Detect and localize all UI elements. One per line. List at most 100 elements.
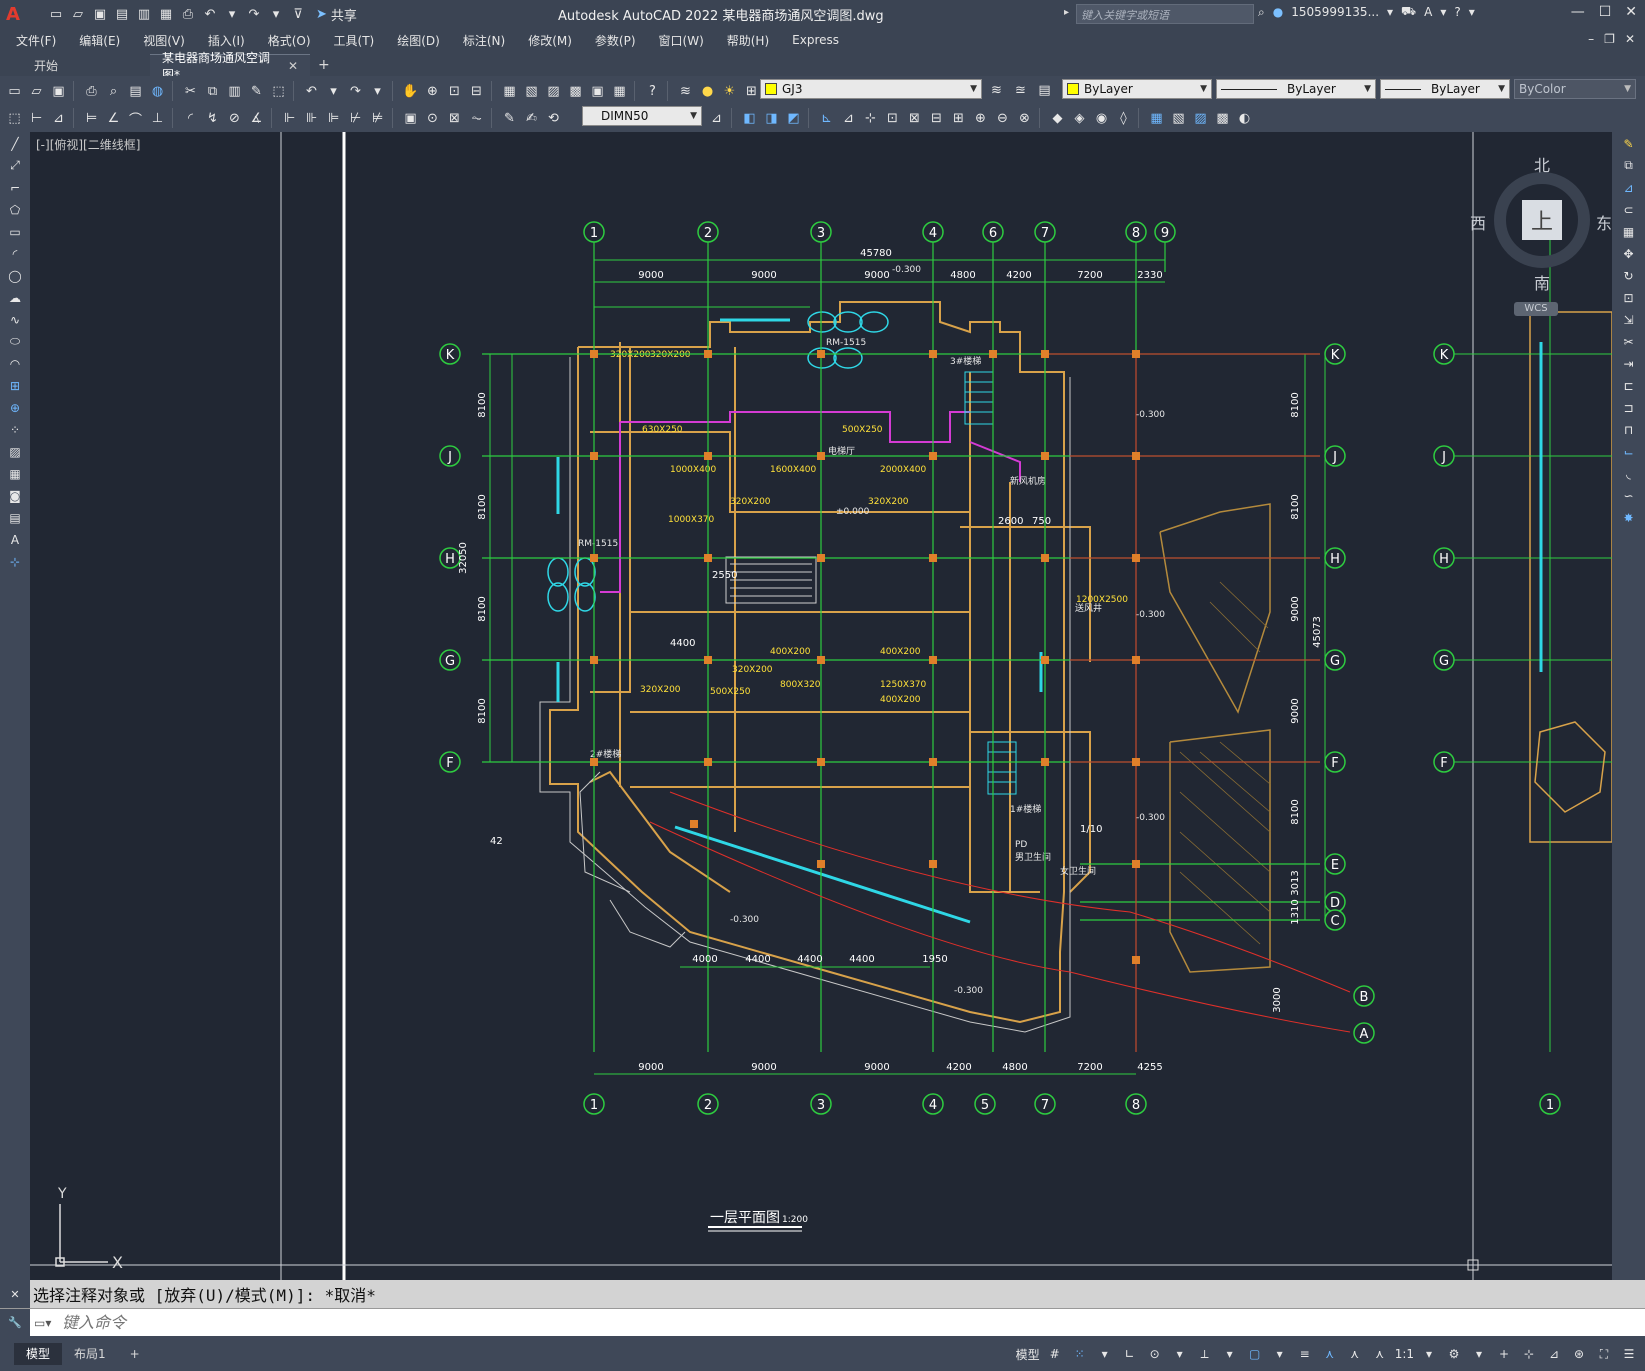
doc-minimize-icon[interactable]: – bbox=[1588, 32, 1594, 46]
ucs-x-icon[interactable]: ⊕ bbox=[970, 108, 991, 129]
dim-space-icon[interactable]: ⊬ bbox=[345, 108, 366, 129]
publish-icon[interactable]: ▤ bbox=[125, 81, 146, 102]
cart-icon[interactable]: ⛟ bbox=[1401, 4, 1416, 20]
quick-dim-icon[interactable]: ⊩ bbox=[279, 108, 300, 129]
paste-icon[interactable]: ▥ bbox=[224, 81, 245, 102]
walk-icon[interactable]: ▨ bbox=[1190, 108, 1211, 129]
snap-icon[interactable]: ⁙ bbox=[1070, 1344, 1090, 1364]
compass-east[interactable]: 东 bbox=[1596, 210, 1612, 234]
menu-draw[interactable]: 绘图(D) bbox=[397, 32, 440, 49]
fillet-icon[interactable]: ◟ bbox=[1618, 463, 1640, 484]
isodraft-dropdown-icon[interactable]: ▾ bbox=[1220, 1344, 1240, 1364]
camera-icon[interactable]: ▧ bbox=[1168, 108, 1189, 129]
layer-thaw-icon[interactable]: ☀ bbox=[719, 81, 740, 102]
redo-dropdown-icon[interactable]: ▾ bbox=[266, 4, 286, 24]
ucs-y-icon[interactable]: ⊖ bbox=[992, 108, 1013, 129]
orbit-icon[interactable]: ◐ bbox=[1234, 108, 1255, 129]
workspace-dropdown-icon[interactable]: ▾ bbox=[1469, 1344, 1489, 1364]
new-file-icon[interactable]: ▭ bbox=[46, 4, 66, 24]
compass-north[interactable]: 北 bbox=[1534, 152, 1550, 176]
blend-icon[interactable]: ∽ bbox=[1618, 485, 1640, 506]
command-close-icon[interactable]: ✕ bbox=[0, 1280, 30, 1308]
polygon-icon[interactable]: ⬠ bbox=[4, 199, 26, 220]
view-front-icon[interactable]: ◨ bbox=[761, 108, 782, 129]
mtext-icon[interactable]: A bbox=[4, 529, 26, 550]
new-tab-button[interactable]: + bbox=[310, 54, 338, 76]
command-customize-icon[interactable]: 🔧 bbox=[0, 1308, 30, 1337]
redo-list-icon[interactable]: ▾ bbox=[367, 81, 388, 102]
gradient-icon[interactable]: ▦ bbox=[4, 463, 26, 484]
dim-radius-icon[interactable]: ◜ bbox=[180, 108, 201, 129]
polyline-icon[interactable]: ⌐ bbox=[4, 177, 26, 198]
help-icon[interactable]: ? bbox=[642, 81, 663, 102]
undo-dropdown-icon[interactable]: ▾ bbox=[222, 4, 242, 24]
ucs-icon[interactable]: ⊾ bbox=[816, 108, 837, 129]
undo-icon[interactable]: ↶ bbox=[200, 4, 220, 24]
inspect-icon[interactable]: ⊠ bbox=[444, 108, 465, 129]
jogged-linear-icon[interactable]: ⏦ bbox=[466, 108, 487, 129]
drawing-canvas[interactable]: [-][俯视][二维线框] 320X200 320X200 630X250 50… bbox=[30, 132, 1612, 1280]
redo-icon[interactable]: ↷ bbox=[244, 4, 264, 24]
polar-dropdown-icon[interactable]: ▾ bbox=[1170, 1344, 1190, 1364]
move-icon[interactable]: ✥ bbox=[1618, 243, 1640, 264]
ucs-z-icon[interactable]: ⊗ bbox=[1014, 108, 1035, 129]
units-icon[interactable]: ⊹ bbox=[1519, 1344, 1539, 1364]
redo-icon[interactable]: ↷ bbox=[345, 81, 366, 102]
circle-icon[interactable]: ◯ bbox=[4, 265, 26, 286]
layer-on-icon[interactable]: ● bbox=[697, 81, 718, 102]
maximize-icon[interactable]: ☐ bbox=[1599, 4, 1612, 20]
scale-dropdown-icon[interactable]: ▾ bbox=[1419, 1344, 1439, 1364]
customize-toolbar-icon[interactable]: ⊽ bbox=[288, 4, 308, 24]
rotate-icon[interactable]: ↻ bbox=[1618, 265, 1640, 286]
aligned-dim-icon[interactable]: ⊿ bbox=[48, 108, 69, 129]
line-icon[interactable]: ╱ bbox=[4, 133, 26, 154]
dim-break-icon[interactable]: ⊭ bbox=[367, 108, 388, 129]
clean-screen-icon[interactable]: ⛶ bbox=[1594, 1344, 1614, 1364]
ucs-face-icon[interactable]: ⊟ bbox=[926, 108, 947, 129]
menu-help[interactable]: 帮助(H) bbox=[727, 32, 769, 49]
block-editor-icon[interactable]: ⬚ bbox=[268, 81, 289, 102]
join-icon[interactable]: ⊓ bbox=[1618, 419, 1640, 440]
break-point-icon[interactable]: ⊏ bbox=[1618, 375, 1640, 396]
rectangle-icon[interactable]: ▭ bbox=[4, 221, 26, 242]
mirror-icon[interactable]: ⊿ bbox=[1618, 177, 1640, 198]
undo-icon[interactable]: ↶ bbox=[301, 81, 322, 102]
doc-close-icon[interactable]: ✕ bbox=[1625, 32, 1635, 46]
region-icon[interactable]: ◙ bbox=[4, 485, 26, 506]
plotstyle-combo[interactable]: ByColor ▼ bbox=[1514, 79, 1636, 99]
annotation-visibility-icon[interactable]: ⋏ bbox=[1320, 1344, 1340, 1364]
dim-edit-icon[interactable]: ✎ bbox=[499, 108, 520, 129]
dim-style-icon[interactable]: ⬚ bbox=[4, 108, 25, 129]
extend-icon[interactable]: ⇥ bbox=[1618, 353, 1640, 374]
a360-dropdown-icon[interactable]: ▾ bbox=[1440, 5, 1446, 19]
construction-line-icon[interactable]: ⤢ bbox=[4, 155, 26, 176]
crosshair-icon[interactable]: + bbox=[1494, 1344, 1514, 1364]
spline-icon[interactable]: ∿ bbox=[4, 309, 26, 330]
dim-ordinate-icon[interactable]: ⊥ bbox=[147, 108, 168, 129]
ellipse-icon[interactable]: ⬭ bbox=[4, 331, 26, 352]
menu-express[interactable]: Express bbox=[792, 33, 839, 47]
annotation-scale-icon[interactable]: ⋏ bbox=[1370, 1344, 1390, 1364]
solid-icon[interactable]: ◆ bbox=[1047, 108, 1068, 129]
dim-jogged-icon[interactable]: ↯ bbox=[202, 108, 223, 129]
markup-icon[interactable]: ▣ bbox=[587, 81, 608, 102]
add-layout-button[interactable]: + bbox=[118, 1343, 152, 1365]
layer-previous-icon[interactable]: ≊ bbox=[1010, 80, 1031, 101]
tab-layout1[interactable]: 布局1 bbox=[62, 1343, 118, 1365]
chamfer-icon[interactable]: ⌙ bbox=[1618, 441, 1640, 462]
ucs-3point-icon[interactable]: ⊡ bbox=[882, 108, 903, 129]
viewcube[interactable]: 上 北 南 东 西 WCS bbox=[1470, 152, 1612, 316]
revision-cloud-icon[interactable]: ☁ bbox=[4, 287, 26, 308]
isolate-icon[interactable]: ⊛ bbox=[1569, 1344, 1589, 1364]
design-center-icon[interactable]: ▧ bbox=[521, 81, 542, 102]
workspace-gear-icon[interactable]: ⚙ bbox=[1444, 1344, 1464, 1364]
customization-icon[interactable]: ☰ bbox=[1619, 1344, 1639, 1364]
doc-restore-icon[interactable]: ❐ bbox=[1604, 32, 1615, 46]
tab-model[interactable]: 模型 bbox=[14, 1342, 63, 1365]
model-space-button[interactable]: 模型 bbox=[1016, 1346, 1040, 1363]
dim-angular-icon[interactable]: ∡ bbox=[246, 108, 267, 129]
dim-arc-icon[interactable]: ⌒ bbox=[125, 108, 146, 129]
erase-icon[interactable]: ✎ bbox=[1618, 133, 1640, 154]
make-block-icon[interactable]: ⊕ bbox=[4, 397, 26, 418]
close-icon[interactable]: ✕ bbox=[1625, 4, 1637, 20]
